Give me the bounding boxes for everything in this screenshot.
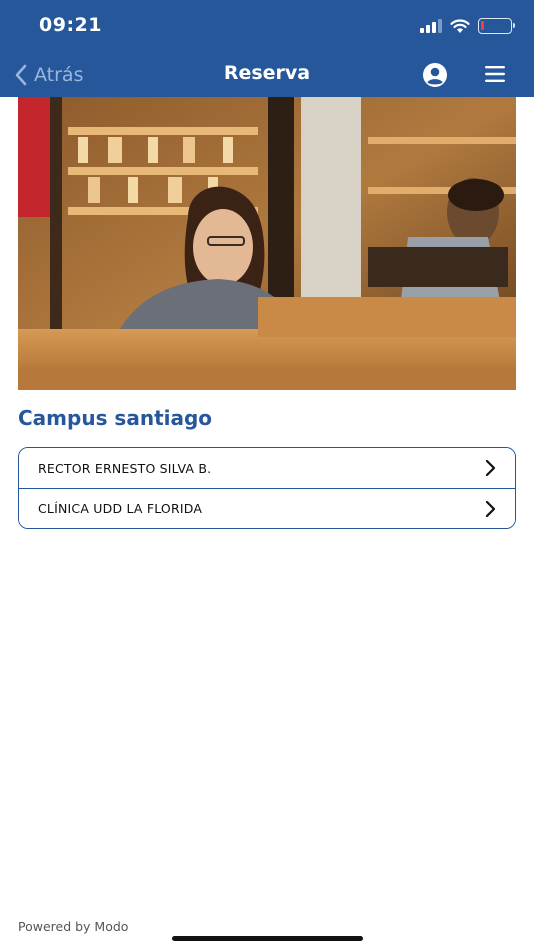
campus-item-clinica-udd-la-florida[interactable]: CLÍNICA UDD LA FLORIDA [19, 488, 515, 528]
home-indicator [172, 936, 363, 941]
campus-list: RECTOR ERNESTO SILVA B. CLÍNICA UDD LA F… [18, 447, 516, 529]
campus-item-label: RECTOR ERNESTO SILVA B. [38, 460, 212, 476]
status-time: 09:21 [39, 14, 102, 36]
battery-icon [478, 18, 515, 34]
section-title: Campus santiago [18, 406, 213, 430]
hamburger-menu-icon[interactable] [483, 64, 507, 84]
powered-by-footer: Powered by Modo [18, 919, 129, 934]
status-icons [420, 16, 515, 36]
wifi-icon [450, 18, 470, 33]
campus-item-rector-ernesto-silva[interactable]: RECTOR ERNESTO SILVA B. [19, 448, 515, 488]
campus-item-label: CLÍNICA UDD LA FLORIDA [38, 501, 203, 516]
page-title: Reserva [223, 62, 311, 84]
chevron-right-icon [485, 500, 496, 517]
signal-icon [420, 19, 442, 33]
app-header: 09:21 Atrás Reserva [0, 0, 534, 97]
campus-hero-image [18, 97, 516, 390]
chevron-right-icon [485, 459, 496, 477]
account-icon[interactable] [422, 62, 448, 88]
